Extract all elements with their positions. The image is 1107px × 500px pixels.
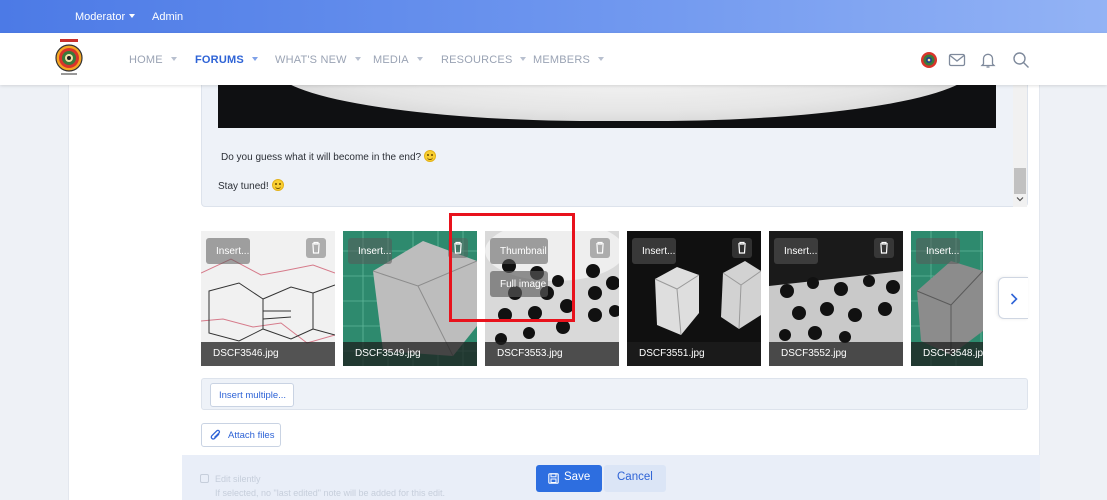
nav-resources[interactable]: RESOURCES bbox=[441, 54, 527, 66]
highlight-box bbox=[449, 213, 575, 322]
moderator-menu[interactable]: Moderator bbox=[75, 11, 136, 23]
edit-silently-hint: If selected, no "last edited" note will … bbox=[215, 488, 446, 498]
nav-whats-new-label: WHAT'S NEW bbox=[275, 54, 347, 66]
insert-button[interactable]: Insert... bbox=[632, 238, 676, 264]
insert-button[interactable]: Insert... bbox=[348, 238, 392, 264]
editor-scrollbar[interactable] bbox=[1013, 85, 1027, 207]
smiley-icon bbox=[424, 150, 437, 162]
attachment-item[interactable]: Insert... DSCF3551.jpg bbox=[627, 231, 761, 366]
chevron-down-icon bbox=[170, 57, 177, 61]
avatar[interactable] bbox=[920, 51, 938, 69]
paperclip-icon bbox=[210, 429, 221, 440]
chevron-down-icon[interactable] bbox=[1016, 195, 1024, 203]
attachment-filename: DSCF3549.jpg bbox=[343, 342, 477, 366]
save-label: Save bbox=[564, 471, 591, 483]
nav-media[interactable]: MEDIA bbox=[373, 54, 423, 66]
save-button[interactable]: Save bbox=[536, 465, 602, 492]
attachment-filename: DSCF3551.jpg bbox=[627, 342, 761, 366]
chevron-right-icon bbox=[1010, 293, 1018, 305]
attachment-item[interactable]: Insert... DSCF3548.jpg bbox=[911, 231, 983, 366]
insert-button[interactable]: Insert... bbox=[206, 238, 250, 264]
editor-line-2-text: Stay tuned! bbox=[218, 181, 269, 192]
attachment-filename: DSCF3546.jpg bbox=[201, 342, 335, 366]
admin-link[interactable]: Admin bbox=[152, 11, 183, 23]
scrollbar-thumb[interactable] bbox=[1014, 168, 1026, 194]
search-icon[interactable] bbox=[1012, 51, 1030, 69]
envelope-icon[interactable] bbox=[948, 51, 966, 69]
nav-media-label: MEDIA bbox=[373, 54, 409, 66]
bell-icon[interactable] bbox=[979, 51, 997, 69]
editor-line: Stay tuned! bbox=[218, 179, 284, 192]
site-logo[interactable] bbox=[54, 39, 84, 77]
cancel-button[interactable]: Cancel bbox=[604, 465, 666, 492]
nav-resources-label: RESOURCES bbox=[441, 54, 513, 66]
nav-home[interactable]: HOME bbox=[129, 54, 177, 66]
smiley-icon bbox=[271, 179, 284, 191]
editor-line-1-text: Do you guess what it will become in the … bbox=[221, 152, 422, 163]
attachment-item[interactable]: Insert... DSCF3552.jpg bbox=[769, 231, 903, 366]
admin-bar: Moderator Admin bbox=[0, 0, 1107, 33]
chevron-down-icon bbox=[251, 57, 258, 61]
trash-icon[interactable] bbox=[306, 238, 326, 258]
trash-icon[interactable] bbox=[590, 238, 610, 258]
insert-button[interactable]: Insert... bbox=[774, 238, 818, 264]
floppy-disk-icon bbox=[548, 473, 559, 484]
embedded-image bbox=[218, 85, 996, 128]
checkbox-icon bbox=[200, 474, 209, 483]
nav-forums[interactable]: FORUMS bbox=[195, 54, 258, 66]
nav-members-label: MEMBERS bbox=[533, 54, 591, 66]
attachment-filename: DSCF3548.jpg bbox=[911, 342, 983, 366]
trash-icon[interactable] bbox=[874, 238, 894, 258]
editor-line: Do you guess what it will become in the … bbox=[221, 150, 437, 163]
nav-forums-label: FORUMS bbox=[195, 54, 244, 66]
attachment-filename: DSCF3553.jpg bbox=[485, 342, 619, 366]
chevron-down-icon bbox=[354, 57, 361, 61]
nav-whats-new[interactable]: WHAT'S NEW bbox=[275, 54, 361, 66]
edit-silently-label: Edit silently bbox=[215, 474, 261, 484]
edit-silently-checkbox[interactable]: Edit silently bbox=[200, 474, 261, 484]
moderator-label: Moderator bbox=[75, 11, 126, 23]
attach-files-label: Attach files bbox=[228, 430, 275, 441]
insert-multiple-button[interactable]: Insert multiple... bbox=[210, 383, 294, 407]
chevron-down-icon bbox=[598, 57, 605, 61]
chevron-down-icon bbox=[129, 14, 136, 18]
insert-multiple-bar: Insert multiple... bbox=[201, 378, 1028, 410]
chevron-down-icon bbox=[520, 57, 527, 61]
attach-files-button[interactable]: Attach files bbox=[201, 423, 281, 447]
attachment-item[interactable]: Insert... DSCF3546.jpg bbox=[201, 231, 335, 366]
nav-home-label: HOME bbox=[129, 54, 163, 66]
attachment-list: Insert... DSCF3546.jpg Insert... DSCF354… bbox=[201, 231, 983, 366]
attachment-filename: DSCF3552.jpg bbox=[769, 342, 903, 366]
nav-members[interactable]: MEMBERS bbox=[533, 54, 605, 66]
attachments-next-button[interactable] bbox=[998, 277, 1028, 319]
insert-button[interactable]: Insert... bbox=[916, 238, 960, 264]
navigation-bar: HOME FORUMS WHAT'S NEW MEDIA RESOURCES M… bbox=[0, 33, 1107, 85]
chevron-down-icon bbox=[416, 57, 423, 61]
trash-icon[interactable] bbox=[732, 238, 752, 258]
